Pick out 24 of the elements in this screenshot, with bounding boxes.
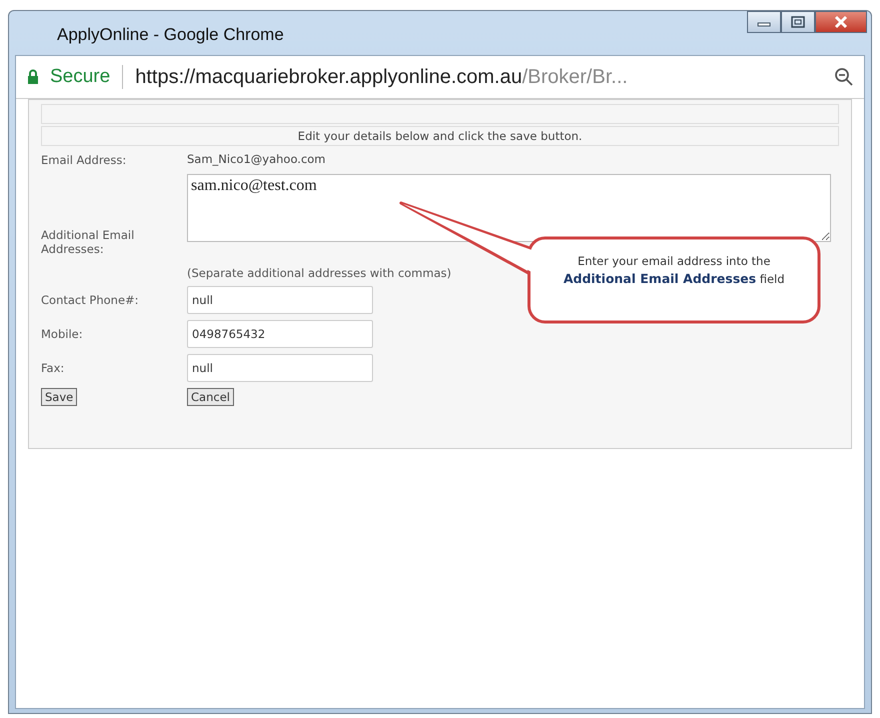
field-label: Contact Phone#:: [41, 292, 140, 309]
window-title: ApplyOnline - Google Chrome: [57, 25, 284, 45]
field-label: Email Address:: [41, 152, 128, 168]
input-field[interactable]: null: [187, 354, 373, 382]
instruction-text: Edit your details below and click the save button.: [41, 126, 839, 146]
hint-text: (Separate additional addresses with commas): [187, 266, 452, 280]
callout-text: Enter your email address into the Additional Email Addresses field: [562, 253, 786, 288]
zoom-icon[interactable]: [834, 67, 854, 87]
input-field[interactable]: 0498765432: [187, 320, 373, 348]
minimize-button[interactable]: [747, 11, 781, 33]
field-label: Fax:: [41, 360, 66, 377]
maximize-button[interactable]: [781, 11, 815, 33]
maximize-icon: [791, 16, 805, 28]
save-button[interactable]: Save: [41, 388, 78, 406]
close-button[interactable]: [815, 11, 867, 33]
field-label: Additional Email Addresses:: [41, 228, 136, 256]
field-label: Mobile:: [41, 326, 84, 343]
lock-icon: [26, 69, 40, 85]
secure-label: Secure: [50, 66, 110, 88]
url-text[interactable]: https://macquariebroker.applyonline.com.au/Broker/Br...: [135, 66, 826, 88]
cancel-button[interactable]: Cancel: [187, 388, 234, 406]
email-value: Sam_Nico1@yahoo.com: [187, 152, 326, 168]
close-icon: [833, 15, 849, 29]
input-field[interactable]: null: [187, 286, 373, 314]
